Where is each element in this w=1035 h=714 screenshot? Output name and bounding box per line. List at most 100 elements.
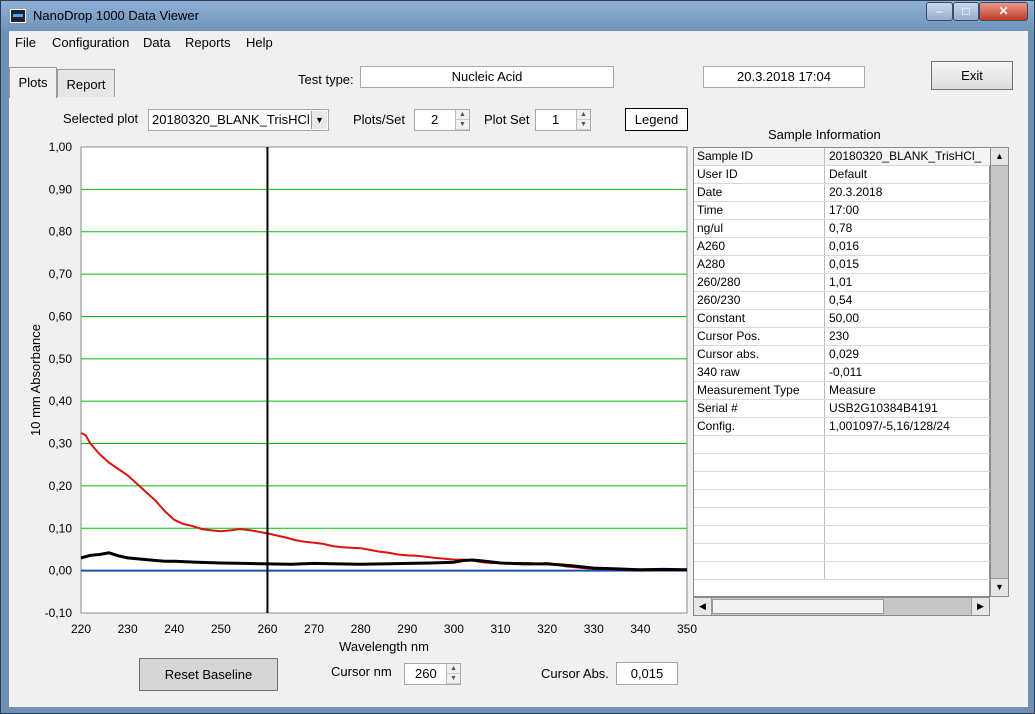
table-cell-key — [694, 436, 825, 453]
table-cell-value: 230 — [829, 329, 850, 343]
table-cell-value: 1,001097/-5,16/128/24 — [829, 419, 950, 433]
y-tick-label: 0,00 — [49, 564, 73, 578]
sample-info-vscrollbar[interactable]: ▲ ▼ — [990, 147, 1009, 597]
table-row[interactable]: Cursor Pos. 230 — [694, 328, 990, 346]
table-row[interactable]: Measurement Type Measure — [694, 382, 990, 400]
table-row[interactable]: User ID Default — [694, 166, 990, 184]
y-tick-label: 0,70 — [49, 267, 73, 281]
table-cell-key: 260/230 — [694, 292, 825, 309]
table-row[interactable] — [694, 472, 990, 490]
y-tick-label: -0,10 — [45, 606, 73, 620]
table-row[interactable]: A280 0,015 — [694, 256, 990, 274]
x-tick-label: 280 — [351, 622, 371, 636]
spin-down-icon[interactable]: ▼ — [447, 674, 460, 684]
table-row[interactable] — [694, 490, 990, 508]
x-tick-label: 310 — [491, 622, 511, 636]
app-window: NanoDrop 1000 Data Viewer – □ ✕ File Con… — [0, 0, 1035, 714]
x-axis-label: Wavelength nm — [339, 639, 429, 654]
x-tick-label: 270 — [304, 622, 324, 636]
y-tick-label: 0,60 — [49, 309, 73, 323]
table-cell-key: 340 raw — [694, 364, 825, 381]
table-row[interactable] — [694, 526, 990, 544]
table-cell-value: 0,015 — [829, 257, 860, 271]
table-cell-key: ng/ul — [694, 220, 825, 237]
table-cell-key: User ID — [694, 166, 825, 183]
table-row[interactable]: Sample ID 20180320_BLANK_TrisHCl_ — [694, 148, 990, 166]
table-row[interactable]: Time 17:00 — [694, 202, 990, 220]
table-row[interactable]: 340 raw -0,011 — [694, 364, 990, 382]
client-area: File Configuration Data Reports Help Plo… — [9, 31, 1028, 707]
cursor-nm-stepper[interactable]: 260 ▲ ▼ — [404, 663, 461, 685]
reset-baseline-button[interactable]: Reset Baseline — [139, 658, 278, 691]
table-row[interactable]: A260 0,016 — [694, 238, 990, 256]
table-cell-key — [694, 490, 825, 507]
app-icon[interactable] — [10, 9, 26, 23]
exit-button[interactable]: Exit — [931, 61, 1013, 90]
scroll-up-icon[interactable]: ▲ — [991, 148, 1008, 166]
table-row[interactable]: Serial # USB2G10384B4191 — [694, 400, 990, 418]
table-cell-key: Date — [694, 184, 825, 201]
table-cell-key: Serial # — [694, 400, 825, 417]
sample-info-table: Sample ID 20180320_BLANK_TrisHCl_ User ID D… — [693, 147, 990, 597]
x-tick-label: 290 — [397, 622, 417, 636]
table-cell-value: 1,01 — [829, 275, 853, 289]
table-cell-key: Time — [694, 202, 825, 219]
sample-info-title: Sample Information — [768, 127, 881, 142]
minimize-button[interactable]: – — [926, 2, 953, 21]
table-cell-value: 0,54 — [829, 293, 853, 307]
table-cell-key — [694, 526, 825, 543]
y-tick-label: 0,50 — [49, 352, 73, 366]
title-bar[interactable]: NanoDrop 1000 Data Viewer – □ ✕ — [1, 1, 1034, 31]
table-cell-value — [825, 436, 990, 453]
table-row[interactable]: Config. 1,001097/-5,16/128/24 — [694, 418, 990, 436]
table-cell-value — [825, 544, 990, 561]
y-tick-label: 0,20 — [49, 479, 73, 493]
table-cell-key: A260 — [694, 238, 825, 255]
spin-up-icon[interactable]: ▲ — [447, 664, 460, 674]
table-cell-value — [825, 562, 990, 579]
y-tick-label: 0,30 — [49, 437, 73, 451]
table-row[interactable]: ng/ul 0,78 — [694, 220, 990, 238]
close-button[interactable]: ✕ — [979, 2, 1028, 21]
table-cell-value: -0,011 — [829, 365, 863, 379]
y-tick-label: 0,90 — [49, 182, 73, 196]
table-row[interactable] — [694, 454, 990, 472]
table-row[interactable] — [694, 508, 990, 526]
maximize-button[interactable]: □ — [953, 2, 979, 21]
table-cell-value: Measure — [829, 383, 876, 397]
hscroll-thumb[interactable] — [712, 599, 884, 614]
cursor-nm-value: 260 — [415, 666, 437, 681]
absorbance-chart[interactable]: 1,00 0,90 0,80 0,70 0,60 0,50 0,40 0,30 0,20 0,10… — [9, 31, 699, 671]
x-tick-label: 300 — [444, 622, 464, 636]
table-cell-value: 20180320_BLANK_TrisHCl_ — [829, 149, 982, 163]
table-cell-key: 260/280 — [694, 274, 825, 291]
table-row[interactable] — [694, 436, 990, 454]
table-row[interactable] — [694, 562, 990, 580]
window-title: NanoDrop 1000 Data Viewer — [33, 8, 199, 23]
table-cell-value: 0,78 — [829, 221, 853, 235]
table-row[interactable]: Cursor abs. 0,029 — [694, 346, 990, 364]
table-row[interactable]: 260/280 1,01 — [694, 274, 990, 292]
x-tick-label: 240 — [164, 622, 184, 636]
y-tick-label: 0,40 — [49, 394, 73, 408]
cursor-nm-spin[interactable]: ▲ ▼ — [446, 664, 460, 684]
x-tick-label: 350 — [677, 622, 697, 636]
table-cell-value — [825, 454, 990, 471]
scroll-right-icon[interactable]: ▶ — [971, 598, 989, 615]
table-row[interactable]: 260/230 0,54 — [694, 292, 990, 310]
table-cell-value — [825, 472, 990, 489]
table-row[interactable]: Constant 50,00 — [694, 310, 990, 328]
cursor-nm-label: Cursor nm — [331, 664, 392, 679]
x-tick-label: 250 — [211, 622, 231, 636]
x-tick-label: 230 — [118, 622, 138, 636]
table-cell-value — [825, 508, 990, 525]
table-row[interactable] — [694, 544, 990, 562]
scroll-down-icon[interactable]: ▼ — [991, 578, 1008, 596]
scroll-left-icon[interactable]: ◀ — [694, 598, 712, 615]
table-cell-key — [694, 562, 825, 579]
table-row[interactable]: Date 20.3.2018 — [694, 184, 990, 202]
datetime-field: 20.3.2018 17:04 — [703, 66, 865, 88]
table-cell-value: 0,016 — [829, 239, 860, 253]
x-tick-label: 320 — [537, 622, 557, 636]
sample-info-hscrollbar[interactable]: ◀ ▶ — [693, 597, 990, 616]
